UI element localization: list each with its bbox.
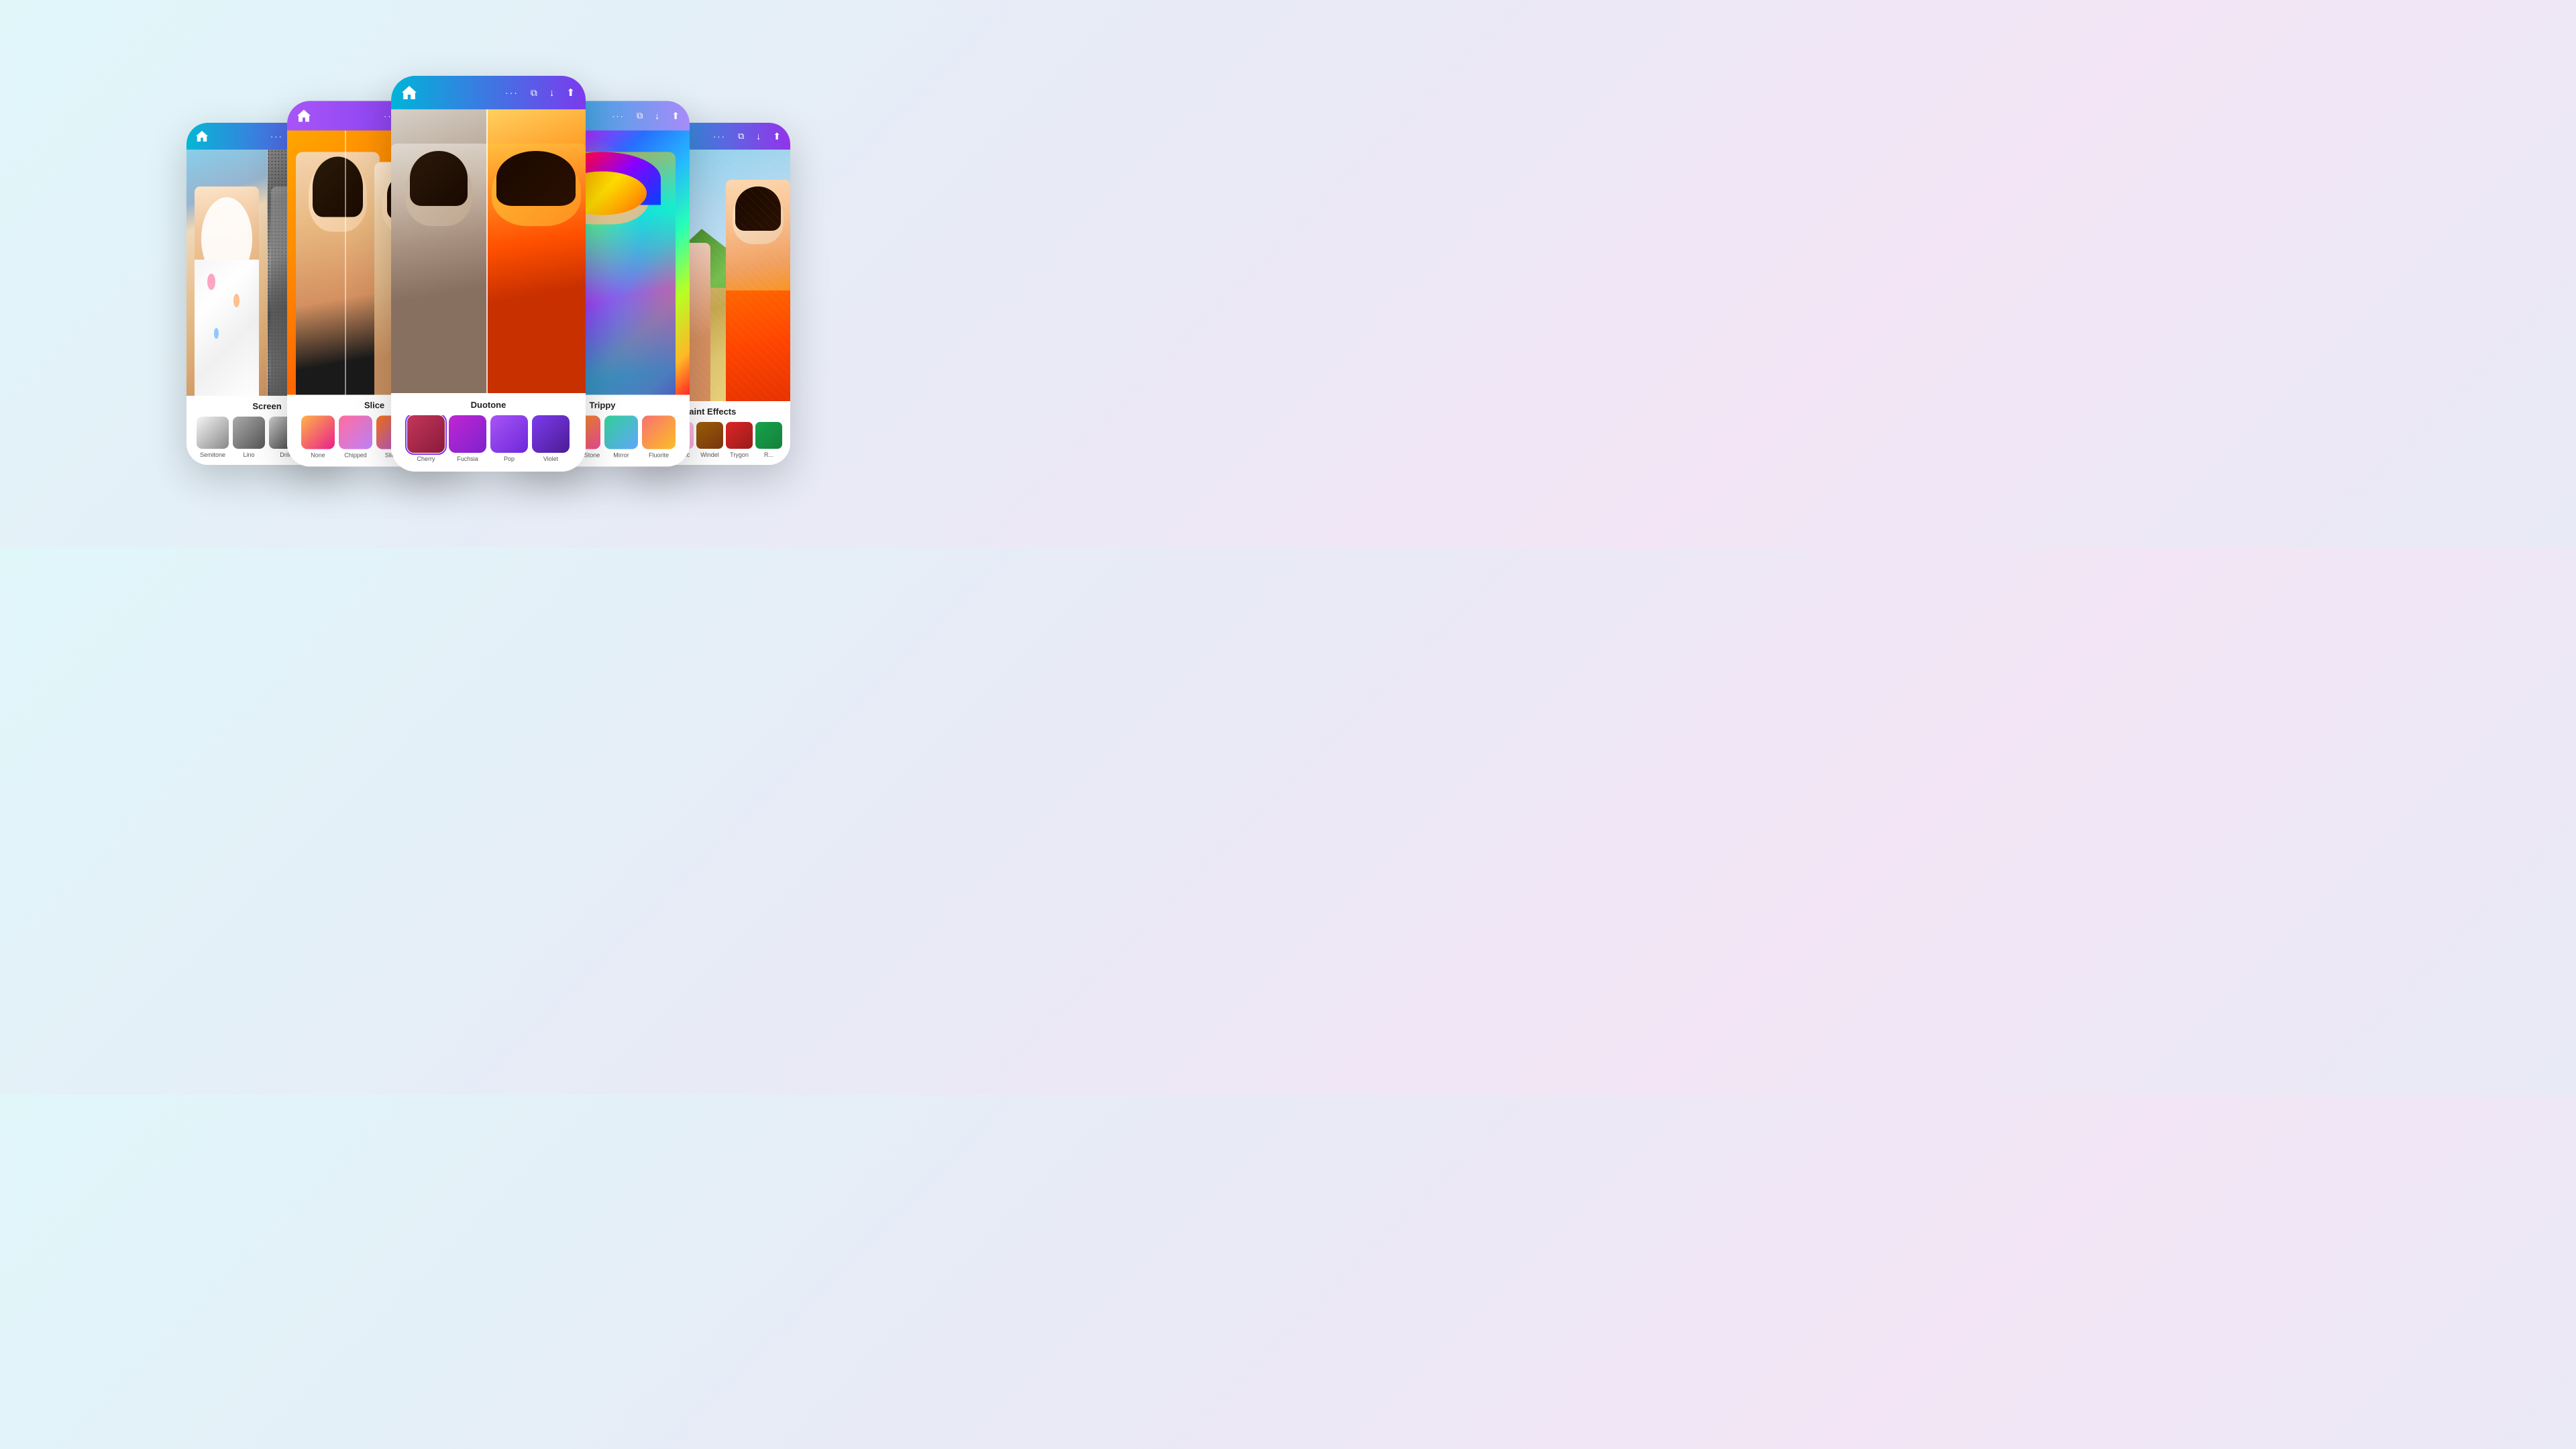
duotone-image bbox=[391, 109, 586, 393]
filter-lino[interactable]: Lino bbox=[233, 417, 265, 458]
filter-pop[interactable]: Pop bbox=[490, 415, 528, 462]
duotone-filter-panel: Duotone Cherry Fuchsia Pop bbox=[391, 393, 586, 472]
filter-mirror[interactable]: Mirror bbox=[604, 416, 638, 459]
filter-cherry[interactable]: Cherry bbox=[407, 415, 445, 462]
phones-container: ··· ⧉ ↓ ⬆ bbox=[0, 0, 977, 547]
share-icon-trippy[interactable]: ⬆ bbox=[672, 110, 680, 121]
home-icon[interactable] bbox=[196, 131, 208, 142]
share-icon-duotone[interactable]: ⬆ bbox=[566, 87, 575, 99]
filter-fluorite2[interactable]: Fluorite bbox=[642, 416, 676, 459]
filter-none-slice[interactable]: None bbox=[301, 416, 335, 459]
download-icon-trippy[interactable]: ↓ bbox=[655, 111, 659, 121]
copy-icon-duotone[interactable]: ⧉ bbox=[531, 87, 537, 99]
phone-duotone: ··· ⧉ ↓ ⬆ bbox=[391, 76, 586, 472]
filter-chipped[interactable]: Chipped bbox=[339, 416, 372, 459]
more-icon-trippy[interactable]: ··· bbox=[612, 111, 625, 121]
more-icon-paint[interactable]: ··· bbox=[713, 131, 726, 142]
home-icon-duotone[interactable] bbox=[402, 86, 417, 99]
more-icon-duotone[interactable]: ··· bbox=[505, 87, 519, 98]
copy-icon-trippy[interactable]: ⧉ bbox=[637, 111, 643, 121]
duotone-filters: Cherry Fuchsia Pop Violet bbox=[396, 415, 580, 462]
filter-windel[interactable]: Windel bbox=[696, 422, 723, 458]
filter-violet[interactable]: Violet bbox=[532, 415, 570, 462]
download-icon-duotone[interactable]: ↓ bbox=[549, 87, 555, 99]
filter-r[interactable]: R... bbox=[755, 422, 782, 458]
filter-fuchsia[interactable]: Fuchsia bbox=[449, 415, 486, 462]
download-icon-paint[interactable]: ↓ bbox=[756, 131, 761, 142]
filter-trygon[interactable]: Trygon bbox=[726, 422, 753, 458]
home-icon-slice[interactable] bbox=[297, 110, 311, 122]
filter-semitone[interactable]: Semitone bbox=[197, 417, 229, 458]
copy-icon-paint[interactable]: ⧉ bbox=[738, 131, 744, 142]
duotone-title: Duotone bbox=[396, 400, 580, 410]
more-icon[interactable]: ··· bbox=[270, 131, 283, 142]
share-icon-paint[interactable]: ⬆ bbox=[773, 131, 781, 142]
